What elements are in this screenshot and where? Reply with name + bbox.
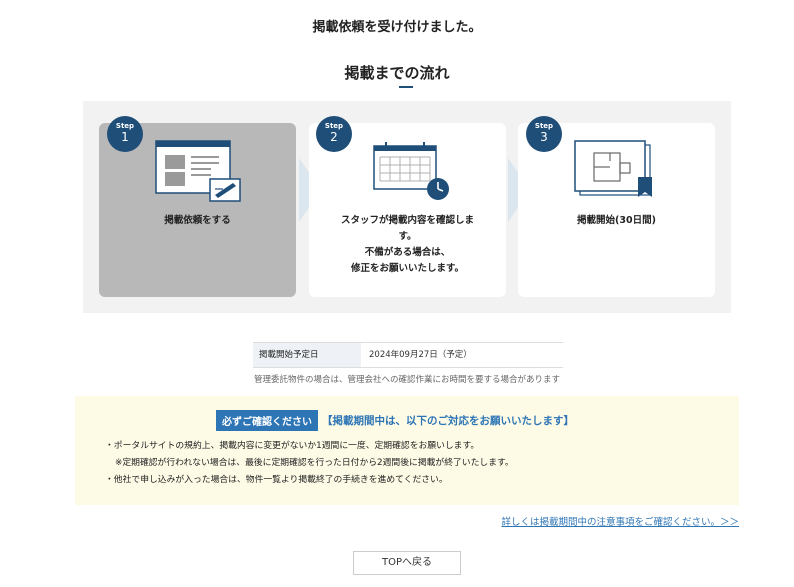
step-badge-number: 2 bbox=[330, 130, 338, 144]
step-badge-number: 3 bbox=[540, 130, 548, 144]
schedule-value: 2024年09月27日（予定） bbox=[369, 350, 472, 360]
notice-title: 【掲載期間中は、以下のご対応をお願いいたします】 bbox=[322, 415, 574, 427]
management-note: 管理委託物件の場合は、管理会社への確認作業にお時間を要する場合があります bbox=[253, 375, 560, 385]
title-underline bbox=[399, 86, 413, 88]
notice-item: ・ポータルサイトの規約上、掲載内容に変更がないか1週間に一度、定期確認をお願いし… bbox=[105, 441, 480, 451]
step-2-text-line2: す。 bbox=[398, 231, 417, 242]
notice-box: 必ずご確認ください 【掲載期間中は、以下のご対応をお願いいたします】 ・ポータル… bbox=[75, 396, 739, 505]
step-badge-label: Step bbox=[115, 122, 135, 130]
notice-item: ・他社で申し込みが入った場合は、物件一覧より掲載終了の手続きを進めてください。 bbox=[105, 475, 448, 485]
document-form-icon bbox=[155, 140, 241, 202]
step-badge-label: Step bbox=[324, 122, 344, 130]
notice-header: 必ずご確認ください 【掲載期間中は、以下のご対応をお願いいたします】 bbox=[216, 410, 574, 431]
step-1-text: 掲載依頼をする bbox=[164, 215, 231, 226]
precautions-link[interactable]: 詳しくは掲載期間中の注意事項をご確認ください。＞＞ bbox=[501, 514, 739, 528]
step-badge-2: Step 2 bbox=[316, 116, 352, 152]
notice-list: ・ポータルサイトの規約上、掲載内容に変更がないか1週間に一度、定期確認をお願いし… bbox=[105, 438, 514, 489]
schedule-label: 掲載開始予定日 bbox=[253, 343, 361, 367]
step-badge-label: Step bbox=[534, 122, 554, 130]
step-badge-3: Step 3 bbox=[526, 116, 562, 152]
step-badge-1: Step 1 bbox=[107, 116, 143, 152]
notice-tag: 必ずご確認ください bbox=[216, 410, 318, 431]
step-2-text-line1: スタッフが掲載内容を確認しま bbox=[340, 215, 474, 226]
completion-headline: 掲載依頼を受け付けました。 bbox=[312, 20, 482, 35]
floorplan-bookmark-icon bbox=[574, 140, 652, 197]
step-2-text-line4: 修正をお願いいたします。 bbox=[350, 263, 465, 274]
step-badge-number: 1 bbox=[121, 130, 129, 144]
step-2-text-line3: 不備がある場合は、 bbox=[364, 247, 451, 258]
flow-title: 掲載までの流れ bbox=[344, 64, 450, 82]
step-3-text: 掲載開始(30日間) bbox=[577, 215, 656, 226]
schedule-table: 掲載開始予定日 2024年09月27日（予定） bbox=[253, 342, 563, 368]
notice-item: ※定期確認が行われない場合は、最後に定期確認を行った日付から2週間後に掲載が終了… bbox=[115, 458, 514, 468]
calendar-clock-icon bbox=[373, 142, 449, 200]
back-to-top-button[interactable]: TOPへ戻る bbox=[353, 551, 461, 575]
